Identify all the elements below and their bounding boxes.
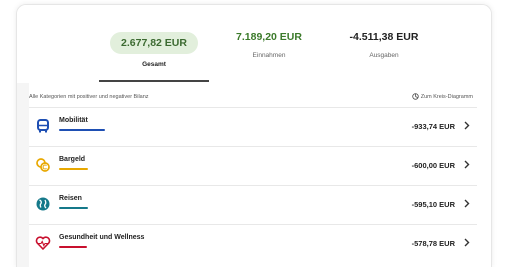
category-share-bar [59,168,88,170]
active-tab-indicator [99,80,209,82]
pie-chart-link[interactable]: Zum Kreis-Diagramm [412,93,473,100]
category-amount: -578,78 EUR [411,239,455,248]
heart-pulse-icon [35,236,51,250]
category-row[interactable]: Gesundheit und Wellness -578,78 EUR [29,224,477,264]
category-row[interactable]: Mobilität -933,74 EUR [29,107,477,147]
category-row[interactable]: Bargeld -600,00 EUR [29,146,477,186]
category-list-header: Alle Kategorien mit positiver und negati… [29,83,477,107]
category-share-bar [59,129,105,131]
income-label: Einnahmen [252,52,286,59]
category-row[interactable]: Reisen -595,10 EUR [29,185,477,225]
chevron-right-icon [464,238,470,247]
pie-chart-link-label: Zum Kreis-Diagramm [420,93,473,100]
chevron-right-icon [464,121,470,130]
balance-summary: 2.677,82 EUR Gesamt 7.189,20 EUR Einnahm… [17,5,491,83]
chevron-right-icon [464,160,470,169]
total-label: Gesamt [142,61,166,68]
tab-total[interactable]: 2.677,82 EUR Gesamt [99,5,209,83]
category-list-title: Alle Kategorien mit positiver und negati… [29,94,149,100]
category-name: Reisen [59,195,82,202]
category-list: Alle Kategorien mit positiver und negati… [29,83,491,267]
category-name: Gesundheit und Wellness [59,234,145,241]
category-list-section: Alle Kategorien mit positiver und negati… [17,83,491,267]
tab-expenses[interactable]: -4.511,38 EUR Ausgaben [329,5,439,83]
category-amount: -595,10 EUR [411,200,455,209]
category-name: Bargeld [59,156,86,163]
category-amount: -933,74 EUR [411,122,455,131]
expenses-amount: -4.511,38 EUR [349,31,419,43]
category-share-bar [59,246,87,248]
category-name: Mobilität [59,117,88,124]
income-amount: 7.189,20 EUR [236,31,302,43]
globe-icon [36,197,50,211]
coins-icon [36,158,50,172]
category-share-bar [59,207,88,209]
total-amount: 2.677,82 EUR [110,32,198,54]
expenses-label: Ausgaben [369,52,399,59]
category-overview-card: 2.677,82 EUR Gesamt 7.189,20 EUR Einnahm… [16,4,492,267]
pie-chart-icon [412,93,419,100]
chevron-right-icon [464,199,470,208]
category-amount: -600,00 EUR [411,161,455,170]
bus-icon [37,119,49,133]
tab-income[interactable]: 7.189,20 EUR Einnahmen [219,5,319,83]
